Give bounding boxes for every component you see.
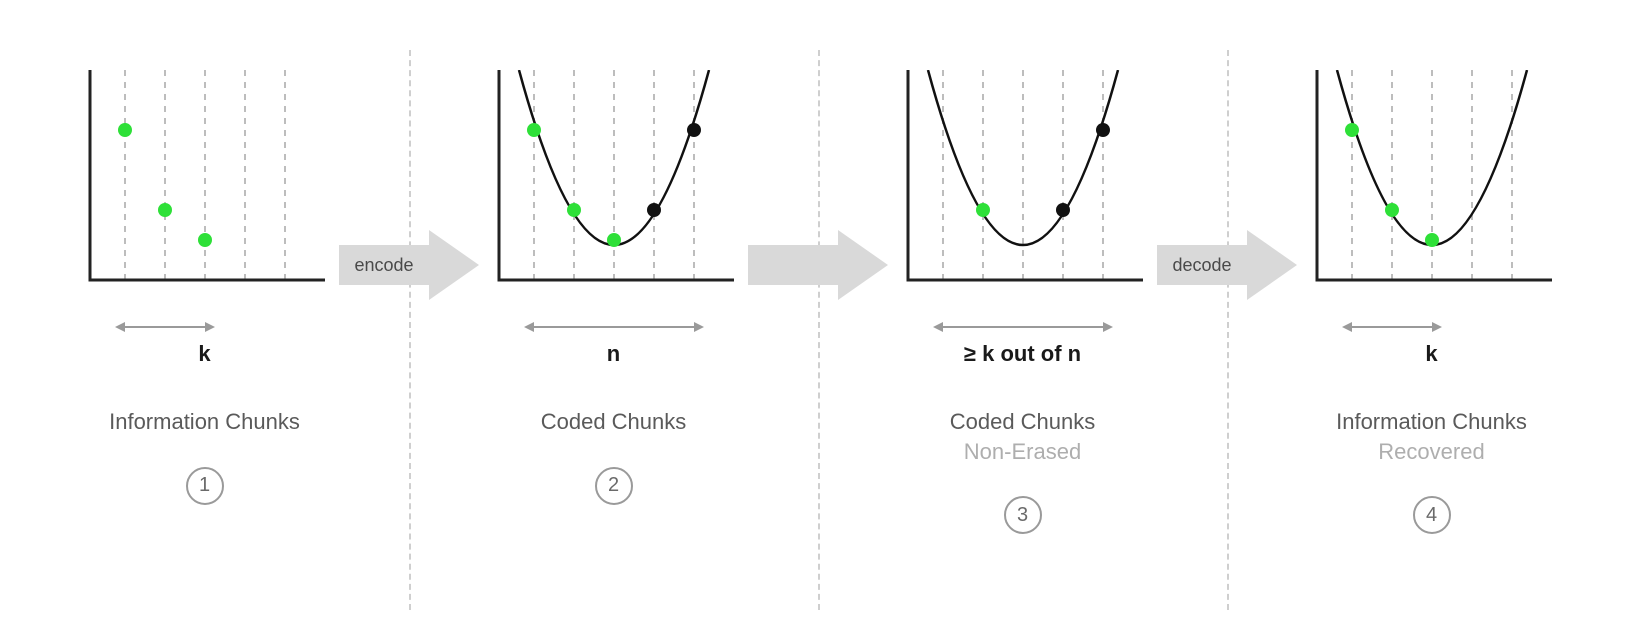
data-point-green bbox=[1345, 123, 1359, 137]
data-point-green bbox=[118, 123, 132, 137]
arrow-encode: encode bbox=[339, 230, 479, 305]
data-point-green bbox=[1425, 233, 1439, 247]
range-label: ≥ k out of n bbox=[964, 341, 1081, 367]
range-indicator: ≥ k out of n bbox=[893, 319, 1153, 367]
diagram-stage: k Information Chunks 1 encode bbox=[0, 0, 1636, 640]
data-point-green bbox=[976, 203, 990, 217]
data-point-black bbox=[1056, 203, 1070, 217]
data-point-black bbox=[687, 123, 701, 137]
arrow-label: decode bbox=[1172, 255, 1231, 275]
plot-2 bbox=[484, 70, 744, 305]
data-point-green bbox=[567, 203, 581, 217]
data-point-green bbox=[158, 203, 172, 217]
step-number-badge: 1 bbox=[186, 467, 224, 505]
arrow-decode: decode bbox=[1157, 230, 1297, 305]
panel-caption: Information Chunks bbox=[109, 407, 300, 437]
caption-title: Coded Chunks bbox=[950, 407, 1096, 437]
data-point-black bbox=[1096, 123, 1110, 137]
arrow-label: encode bbox=[354, 255, 413, 275]
plot-3 bbox=[893, 70, 1153, 305]
step-number-badge: 4 bbox=[1413, 496, 1451, 534]
range-indicator: k bbox=[1302, 319, 1562, 367]
range-indicator: n bbox=[484, 319, 744, 367]
data-point-green bbox=[527, 123, 541, 137]
caption-title: Information Chunks bbox=[109, 407, 300, 437]
panel-caption: Information Chunks Recovered bbox=[1336, 407, 1527, 466]
data-point-green bbox=[607, 233, 621, 247]
caption-title: Coded Chunks bbox=[541, 407, 687, 437]
plot-4 bbox=[1302, 70, 1562, 305]
panel-caption: Coded Chunks Non-Erased bbox=[950, 407, 1096, 466]
panel-caption: Coded Chunks bbox=[541, 407, 687, 437]
data-point-green bbox=[1385, 203, 1399, 217]
caption-subtitle: Non-Erased bbox=[950, 437, 1096, 467]
caption-subtitle: Recovered bbox=[1336, 437, 1527, 467]
panel-1: k Information Chunks 1 encode bbox=[0, 70, 409, 505]
range-label: k bbox=[198, 341, 210, 367]
range-indicator: k bbox=[75, 319, 335, 367]
data-point-black bbox=[647, 203, 661, 217]
caption-title: Information Chunks bbox=[1336, 407, 1527, 437]
step-number-badge: 3 bbox=[1004, 496, 1042, 534]
range-label: n bbox=[607, 341, 620, 367]
step-number-badge: 2 bbox=[595, 467, 633, 505]
range-label: k bbox=[1425, 341, 1437, 367]
arrow-blank bbox=[748, 230, 888, 305]
data-point-green bbox=[198, 233, 212, 247]
plot-1 bbox=[75, 70, 335, 305]
